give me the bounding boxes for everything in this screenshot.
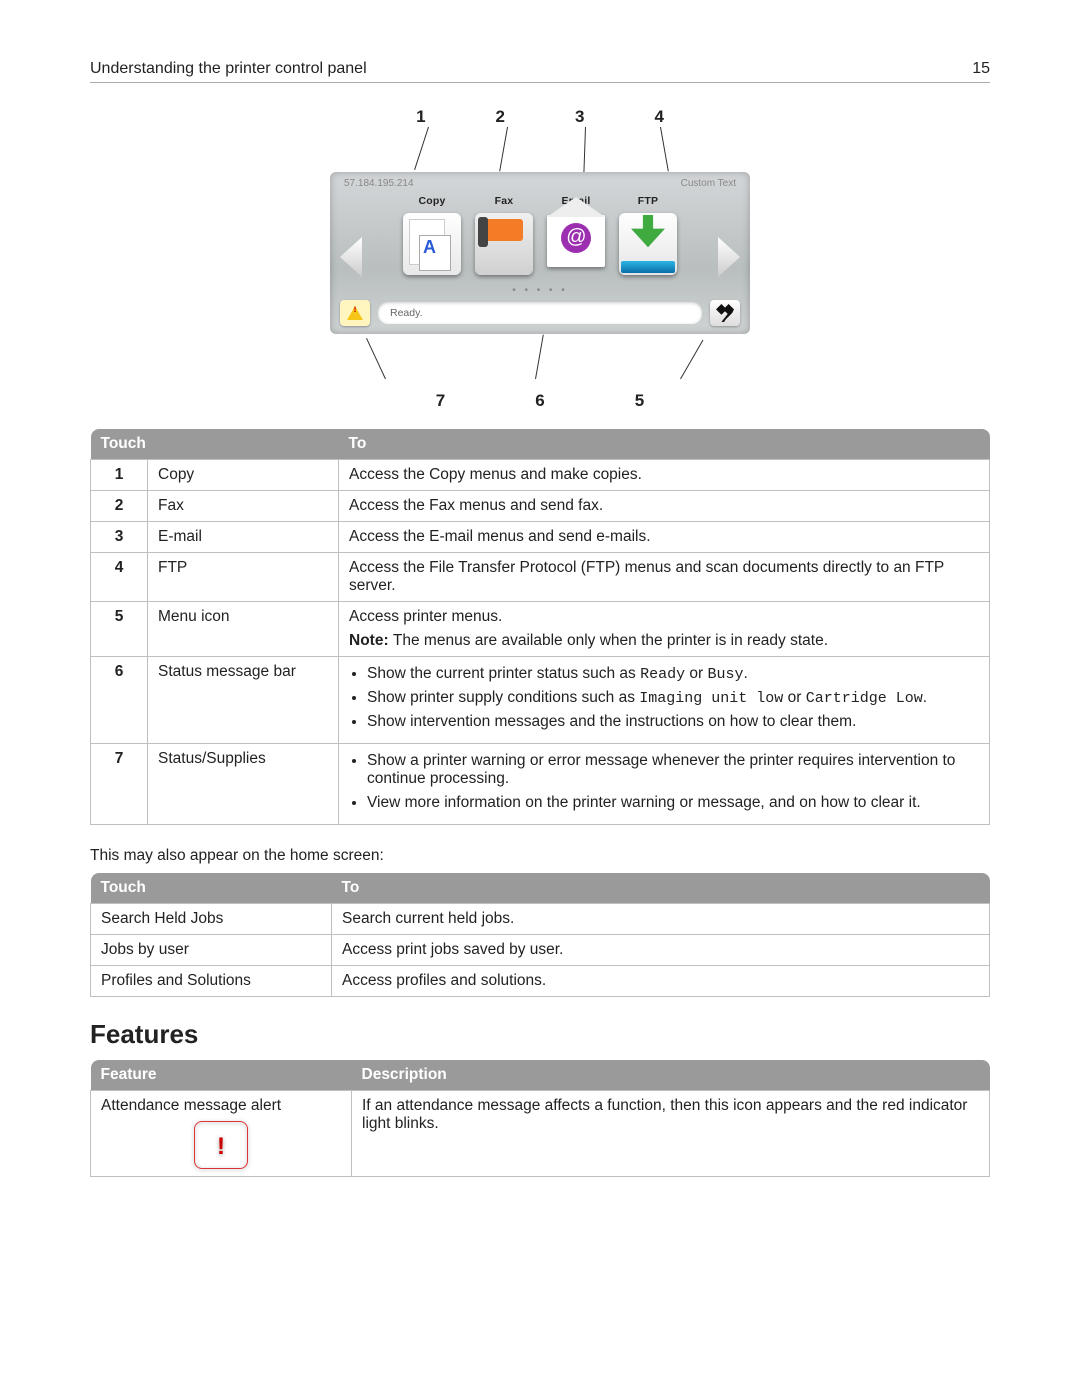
feature-name: Attendance message alert [101,1097,341,1115]
mid-paragraph: This may also appear on the home screen: [90,847,990,865]
table-row: Profiles and SolutionsAccess profiles an… [91,966,990,997]
callout-1: 1 [416,107,425,127]
features-heading: Features [90,1019,990,1050]
ftp-app[interactable]: FTP [619,195,677,277]
col-to: To [339,429,990,460]
menu-button[interactable] [710,300,740,326]
feature-desc: If an attendance message affects a funct… [352,1091,990,1177]
callout-5: 5 [635,391,644,411]
custom-text-label: Custom Text [681,178,736,189]
home-extras-table: Touch To Search Held JobsSearch current … [90,873,990,997]
callout-4: 4 [654,107,663,127]
printer-touchscreen: 57.184.195.214 Custom Text Copy Fax Emai… [330,172,750,334]
page-dots: • • • • • [340,285,740,296]
callout-2: 2 [496,107,505,127]
table-row: 7Status/Supplies Show a printer warning … [91,744,990,825]
warning-icon [347,306,363,320]
section-title: Understanding the printer control panel [90,60,367,78]
copy-app[interactable]: Copy [403,195,461,277]
col-description: Description [352,1060,990,1091]
callout-6: 6 [535,391,544,411]
status-message-bar[interactable]: Ready. [378,302,702,324]
page-header: Understanding the printer control panel … [90,60,990,83]
col-touch-2: Touch [91,873,332,904]
callout-3: 3 [575,107,584,127]
copy-icon [403,213,461,275]
panel-diagram: 1 2 3 4 57.184.195.214 Custom Text Copy … [330,107,750,411]
table-row: Search Held JobsSearch current held jobs… [91,904,990,935]
table-row: 1CopyAccess the Copy menus and make copi… [91,460,990,491]
wrench-icon [716,304,734,322]
col-touch: Touch [91,429,339,460]
nav-left-icon[interactable] [340,237,362,277]
table-row: 2FaxAccess the Fax menus and send fax. [91,491,990,522]
col-to-2: To [332,873,990,904]
table-row: Attendance message alert ! If an attenda… [91,1091,990,1177]
table-row: Jobs by userAccess print jobs saved by u… [91,935,990,966]
table-row: 4FTPAccess the File Transfer Protocol (F… [91,553,990,602]
touch-table: Touch To 1CopyAccess the Copy menus and … [90,429,990,825]
fax-icon [475,213,533,275]
fax-app[interactable]: Fax [475,195,533,277]
page-number: 15 [972,60,990,78]
email-app[interactable]: Email @ [547,195,605,277]
attendance-alert-icon: ! [198,1125,244,1165]
callout-7: 7 [436,391,445,411]
table-row: 6Status message bar Show the current pri… [91,657,990,744]
col-feature: Feature [91,1060,352,1091]
email-icon: @ [547,215,605,277]
ip-address: 57.184.195.214 [344,178,414,189]
table-row: 3E-mailAccess the E-mail menus and send … [91,522,990,553]
ftp-icon [619,213,677,275]
table-row: 5Menu icon Access printer menus.Note: Th… [91,602,990,657]
status-supplies-button[interactable] [340,300,370,326]
features-table: Feature Description Attendance message a… [90,1060,990,1177]
nav-right-icon[interactable] [718,237,740,277]
